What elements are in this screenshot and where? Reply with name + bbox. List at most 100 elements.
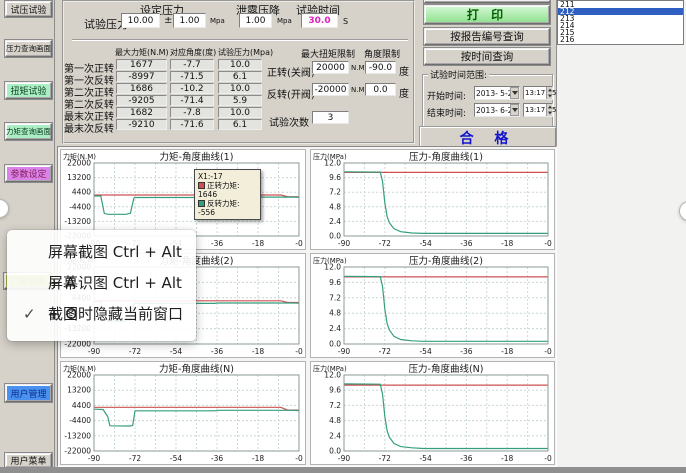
svg-text:7.2: 7.2 [329,188,341,197]
svg-text:-54: -54 [419,454,431,463]
menu-item-hide-window[interactable]: ✓ 截图时隐藏当前窗口 [7,299,196,330]
test-time-input[interactable]: 30.0 [301,13,338,28]
start-date-dropdown-button[interactable] [510,87,519,99]
svg-text:4.8: 4.8 [329,309,341,318]
list-item[interactable]: 213 [558,15,683,22]
svg-text:-18: -18 [252,454,264,463]
end-time-spin-buttons[interactable] [546,104,552,116]
sidebar-item-pressure-query[interactable]: 压力查询画面 [5,40,52,57]
svg-text:7.2: 7.2 [329,401,341,410]
list-item[interactable]: 215 [558,29,683,36]
table-cell-angle: -7.8 [170,107,214,118]
table-cell-angle: -71.6 [170,119,214,130]
sidebar-item-parameter-settings[interactable]: 参数设定 [5,165,52,182]
table-cell-pressure: 6.1 [218,71,262,82]
menu-item-screen-ocr[interactable]: ✓ 屏幕识图 Ctrl + Alt + O [7,268,196,299]
print-button[interactable]: 打 印 [424,5,550,24]
svg-text:7.2: 7.2 [329,293,341,302]
svg-text:9.6: 9.6 [329,386,341,395]
screenshot-context-menu: ✓ 屏幕截图 Ctrl + Alt + A ✓ 屏幕识图 Ctrl + Alt … [7,230,196,341]
pressure-tolerance-input[interactable]: 1.00 [173,13,206,28]
svg-text:-72: -72 [129,454,141,463]
right-background-panel [556,0,686,467]
test-count-input[interactable]: 3 [312,111,349,124]
svg-text:-54: -54 [170,347,182,356]
partial-top-button[interactable] [424,0,550,3]
svg-text:9.6: 9.6 [329,278,341,287]
list-item[interactable]: 214 [558,22,683,29]
report-number-list[interactable]: 211 212 213 214 215 216 [557,0,684,45]
bottom-screen-strip [0,467,686,473]
query-by-time-button[interactable]: 按时间查询 [424,48,550,65]
list-item[interactable]: 216 [558,36,683,43]
svg-text:-90: -90 [88,347,100,356]
mpa-unit-1: Mpa [210,17,225,25]
svg-text:-36: -36 [211,347,223,356]
svg-text:13200: 13200 [67,386,91,395]
sidebar-item-user-management[interactable]: 用户管理 [5,384,52,402]
max-torque-limit-header: 最大扭矩限制 [301,47,355,60]
leak-drop-input[interactable]: 1.00 [239,13,272,28]
svg-text:4400: 4400 [72,401,91,410]
svg-text:-0: -0 [295,239,303,248]
reverse-swatch-icon [198,200,205,207]
table-cell-torque: 1677 [116,59,167,70]
start-time-label: 开始时间: [427,89,466,102]
svg-text:-54: -54 [419,347,431,356]
chart-cursor-legend: X1:-17 正转力矩: 1646 反转力矩: -556 [194,169,261,220]
reverse-angle-limit-input[interactable]: 0.0 [365,83,396,96]
col-header-pressure: 试验压力(Mpa) [218,47,273,58]
svg-text:2.4: 2.4 [329,217,341,226]
svg-text:-90: -90 [338,239,350,248]
table-cell-angle: -71.4 [170,95,214,106]
table-cell-torque: -8997 [116,71,167,82]
plus-minus-sign: ± [164,15,172,26]
spin-up-icon [547,89,551,92]
legend-entry-reverse: 反转力矩: -556 [198,199,257,217]
svg-text:-36: -36 [460,239,472,248]
forward-torque-limit-input[interactable]: 20000 [312,61,349,74]
chart-pressure-angle-n: 压力-角度曲线(N) 压力(MPa) 12.09.67.24.82.40.0-9… [310,361,555,465]
svg-text:4.8: 4.8 [329,416,341,425]
end-date-dropdown-button[interactable] [510,104,519,116]
svg-text:力矩-角度曲线(N): 力矩-角度曲线(N) [159,363,234,375]
table-cell-torque: 1686 [116,83,167,94]
start-time-spin-buttons[interactable] [546,87,552,99]
end-time-spinner[interactable]: 13:17:35 [523,103,553,117]
table-cell-torque: 1682 [116,107,167,118]
start-time-spinner[interactable]: 13:17:35 [523,86,553,100]
sidebar-item-torque-query[interactable]: 力矩查询画面 [5,123,52,140]
end-date-picker[interactable]: 2013- 6-27 [474,103,520,117]
end-time-label: 结束时间: [427,106,466,119]
chevron-down-icon [512,91,518,95]
svg-text:-0: -0 [544,239,552,248]
query-by-report-button[interactable]: 按报告编号查询 [424,28,550,45]
list-item[interactable]: 211 [558,1,683,8]
sidebar-item-user-menu[interactable]: 用户菜单 [5,453,52,468]
forward-angle-limit-input[interactable]: -90.0 [365,61,396,74]
forward-swatch-icon [198,182,205,189]
svg-text:-36: -36 [460,347,472,356]
legend-cursor-x: X1:-17 [198,172,257,181]
angle-limit-header: 角度限制 [364,47,400,60]
reverse-open-label: 反转(开阀) [267,86,315,101]
table-cell-torque: -9205 [116,95,167,106]
chart-pressure-angle-2: 压力-角度曲线(2) 压力(MPa) 12.09.67.24.82.40.0-9… [310,253,555,358]
svg-text:-18: -18 [501,454,513,463]
sidebar-item-torque-test[interactable]: 扭矩试验 [5,82,52,99]
svg-text:-0: -0 [544,454,552,463]
table-cell-pressure: 10.0 [218,83,262,94]
svg-text:-72: -72 [379,347,391,356]
test-pressure-input[interactable]: 10.00 [121,13,160,28]
sidebar-item-pressure-test[interactable]: 试压试验 [5,1,52,17]
start-date-picker[interactable]: 2013- 5-28 [474,86,520,100]
svg-text:-36: -36 [211,239,223,248]
reverse-torque-limit-input[interactable]: -20000 [312,83,349,96]
spin-up-icon [547,106,551,109]
svg-text:-0: -0 [544,347,552,356]
svg-text:-4400: -4400 [69,202,91,211]
list-item[interactable]: 212 [558,8,683,15]
table-cell-angle: -10.2 [170,83,214,94]
menu-item-screen-capture[interactable]: ✓ 屏幕截图 Ctrl + Alt + A [7,237,196,268]
col-header-angle: 对应角度(度) [170,47,216,58]
